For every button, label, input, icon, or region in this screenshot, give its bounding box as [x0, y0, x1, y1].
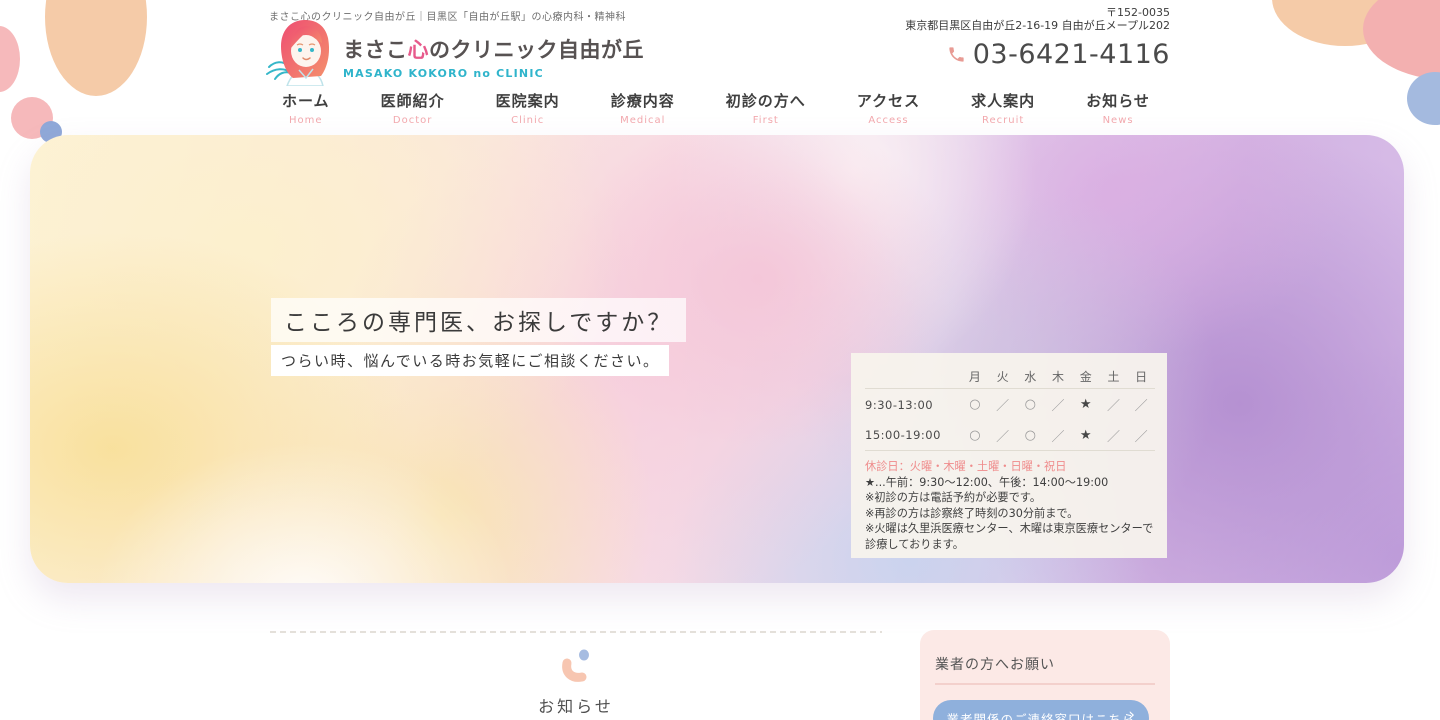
heart-mark-icon	[559, 648, 593, 684]
decor-blob-blue-topright	[1407, 72, 1440, 125]
star-note: ★...午前：9:30〜12:00、午後：14:00〜19:00	[865, 475, 1155, 491]
schedule-day-header: 土	[1100, 368, 1128, 385]
main-nav: ホーム Home 医師紹介 Doctor 医院案内 Clinic 診療内容 Me…	[282, 90, 1150, 126]
schedule-mark: ○	[961, 428, 989, 443]
nav-item-recruit[interactable]: 求人案内 Recruit	[971, 90, 1035, 126]
nav-item-home[interactable]: ホーム Home	[282, 90, 330, 126]
schedule-mark: ／	[1127, 426, 1155, 445]
schedule-row-afternoon: 15:00-19:00 ○ ／ ○ ／ ★ ／ ／	[865, 420, 1155, 451]
schedule-time: 15:00-19:00	[865, 428, 961, 442]
schedule-time: 9:30-13:00	[865, 398, 961, 412]
clinic-logo-illustration-icon[interactable]	[264, 18, 342, 86]
schedule-day-header: 火	[989, 368, 1017, 385]
note-other-centers: ※火曜は久里浜医療センター、木曜は東京医療センターで診療しております。	[865, 521, 1155, 552]
page: まさこ心のクリニック自由が丘｜目黒区「自由が丘駅」の心療内科・精神科	[0, 0, 1440, 720]
schedule-day-header: 木	[1044, 368, 1072, 385]
schedule-mark: ★	[1072, 397, 1100, 412]
schedule-notes: 休診日：火曜・木曜・土曜・日曜・祝日 ★...午前：9:30〜12:00、午後：…	[865, 459, 1155, 552]
schedule-mark: ／	[1100, 426, 1128, 445]
schedule-mark: ／	[1100, 395, 1128, 414]
vendor-contact-button-label: 業者関係のご連絡窓口はこちら	[946, 709, 1135, 720]
schedule-header-row: 月 火 水 木 金 土 日	[865, 365, 1155, 389]
nav-item-news[interactable]: お知らせ News	[1086, 90, 1150, 126]
hero-subheadline: つらい時、悩んでいる時お気軽にご相談ください。	[271, 345, 669, 376]
postal-code: 〒152-0035	[905, 6, 1170, 19]
note-revisit: ※再診の方は診察終了時刻の30分前まで。	[865, 506, 1155, 522]
schedule-card: 月 火 水 木 金 土 日 9:30-13:00 ○ ／ ○ ／ ★ ／ ／ 1…	[851, 353, 1167, 558]
schedule-mark: ／	[1044, 426, 1072, 445]
header-contact-block: 〒152-0035 東京都目黒区自由が丘2-16-19 自由が丘メープル202 …	[905, 6, 1170, 70]
schedule-mark: ○	[961, 397, 989, 412]
chevron-right-icon: ›	[1128, 707, 1136, 720]
clinic-name-roman: MASAKO KOKORO no CLINIC	[343, 67, 644, 80]
phone-row[interactable]: 03-6421-4116	[905, 39, 1170, 70]
news-section-heading: お知らせ	[270, 693, 882, 717]
schedule-mark: ○	[1016, 397, 1044, 412]
schedule-day-header: 月	[961, 368, 989, 385]
nav-item-clinic[interactable]: 医院案内 Clinic	[496, 90, 560, 126]
nav-item-doctor[interactable]: 医師紹介 Doctor	[381, 90, 445, 126]
schedule-mark: ★	[1072, 428, 1100, 443]
schedule-mark: ／	[989, 395, 1017, 414]
vendor-request-box: 業者の方へお願い 業者関係のご連絡窓口はこちら ›	[920, 630, 1170, 720]
heart-kanji: 心	[408, 38, 430, 62]
dashed-divider	[270, 631, 882, 633]
closed-days-note: 休診日：火曜・木曜・土曜・日曜・祝日	[865, 459, 1155, 475]
decor-blob-pink-topright	[1363, 0, 1440, 80]
hero-watercolor-banner: こころの専門医、お探しですか？ つらい時、悩んでいる時お気軽にご相談ください。 …	[30, 135, 1404, 583]
nav-item-medical[interactable]: 診療内容 Medical	[611, 90, 675, 126]
note-first-visit: ※初診の方は電話予約が必要です。	[865, 490, 1155, 506]
schedule-day-header: 水	[1016, 368, 1044, 385]
phone-icon	[947, 45, 966, 64]
schedule-mark: ／	[1127, 395, 1155, 414]
clinic-logo-text[interactable]: まさこ心のクリニック自由が丘 MASAKO KOKORO no CLINIC	[343, 34, 644, 80]
schedule-row-morning: 9:30-13:00 ○ ／ ○ ／ ★ ／ ／	[865, 389, 1155, 420]
decor-blob-pink-edge-topleft	[0, 26, 20, 92]
schedule-mark: ／	[1044, 395, 1072, 414]
hero-headline: こころの専門医、お探しですか？	[271, 298, 686, 342]
nav-item-access[interactable]: アクセス Access	[857, 90, 920, 126]
vendor-box-title: 業者の方へお願い	[935, 654, 1170, 674]
nav-item-first[interactable]: 初診の方へ First	[726, 90, 806, 126]
schedule-day-header: 金	[1072, 368, 1100, 385]
schedule-mark: ／	[989, 426, 1017, 445]
vendor-title-underline	[935, 683, 1155, 685]
vendor-contact-button[interactable]: 業者関係のご連絡窓口はこちら ›	[933, 700, 1149, 720]
decor-blob-peach-topleft	[45, 0, 147, 96]
clinic-name: まさこ心のクリニック自由が丘	[343, 34, 644, 64]
phone-number[interactable]: 03-6421-4116	[973, 39, 1170, 70]
clinic-address: 東京都目黒区自由が丘2-16-19 自由が丘メープル202	[905, 19, 1170, 32]
schedule-mark: ○	[1016, 428, 1044, 443]
schedule-day-header: 日	[1127, 368, 1155, 385]
